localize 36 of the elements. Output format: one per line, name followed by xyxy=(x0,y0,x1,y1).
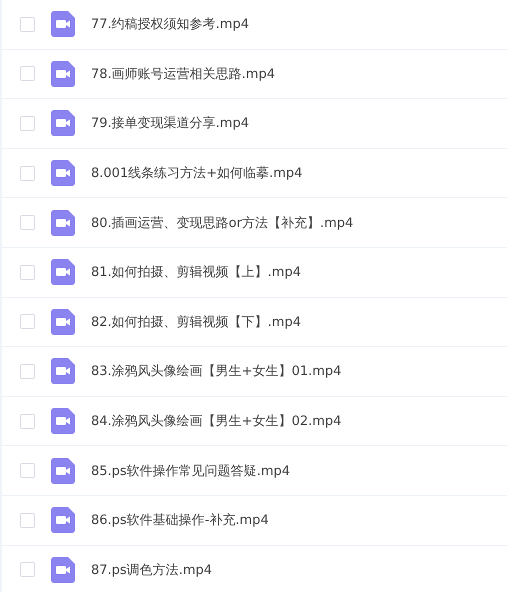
checkbox[interactable] xyxy=(20,166,35,181)
file-name[interactable]: 79.接单变现渠道分享.mp4 xyxy=(91,114,249,132)
checkbox[interactable] xyxy=(20,215,35,230)
file-name[interactable]: 83.涂鸦风头像绘画【男生+女生】01.mp4 xyxy=(91,362,342,380)
file-name[interactable]: 86.ps软件基础操作-补充.mp4 xyxy=(91,511,269,530)
checkbox[interactable] xyxy=(20,314,35,330)
video-file-icon xyxy=(51,210,75,236)
video-file-icon xyxy=(51,556,75,583)
video-file-icon xyxy=(51,160,75,186)
video-file-icon xyxy=(51,358,75,384)
file-name[interactable]: 84.涂鸦风头像绘画【男生+女生】02.mp4 xyxy=(91,412,342,430)
video-file-icon xyxy=(51,110,75,136)
video-file-icon xyxy=(51,259,75,286)
checkbox[interactable] xyxy=(20,414,35,429)
checkbox[interactable] xyxy=(20,364,35,379)
checkbox[interactable] xyxy=(20,66,35,82)
file-name[interactable]: 77.约稿授权须知参考.mp4 xyxy=(91,15,249,34)
checkbox[interactable] xyxy=(20,264,35,280)
video-file-icon xyxy=(51,507,75,534)
video-file-icon xyxy=(51,308,75,335)
file-name[interactable]: 81.如何拍摄、剪辑视频【上】.mp4 xyxy=(91,263,301,282)
checkbox[interactable] xyxy=(20,16,35,32)
checkbox[interactable] xyxy=(20,512,35,528)
video-file-icon xyxy=(51,60,75,87)
file-name[interactable]: 85.ps软件操作常见问题答疑.mp4 xyxy=(91,462,290,480)
video-file-icon xyxy=(51,408,75,434)
checkbox[interactable] xyxy=(20,562,35,578)
checkbox[interactable] xyxy=(20,463,35,478)
file-name[interactable]: 82.如何拍摄、剪辑视频【下】.mp4 xyxy=(91,312,301,331)
file-name[interactable]: 78.画师账号运营相关思路.mp4 xyxy=(91,64,275,83)
video-file-icon xyxy=(51,11,75,38)
file-name[interactable]: 80.插画运营、变现思路or方法【补充】.mp4 xyxy=(91,214,354,232)
checkbox[interactable] xyxy=(20,116,35,131)
video-file-icon xyxy=(51,458,75,484)
file-name[interactable]: 87.ps调色方法.mp4 xyxy=(91,560,212,579)
file-name[interactable]: 8.001线条练习方法+如何临摹.mp4 xyxy=(91,164,302,182)
